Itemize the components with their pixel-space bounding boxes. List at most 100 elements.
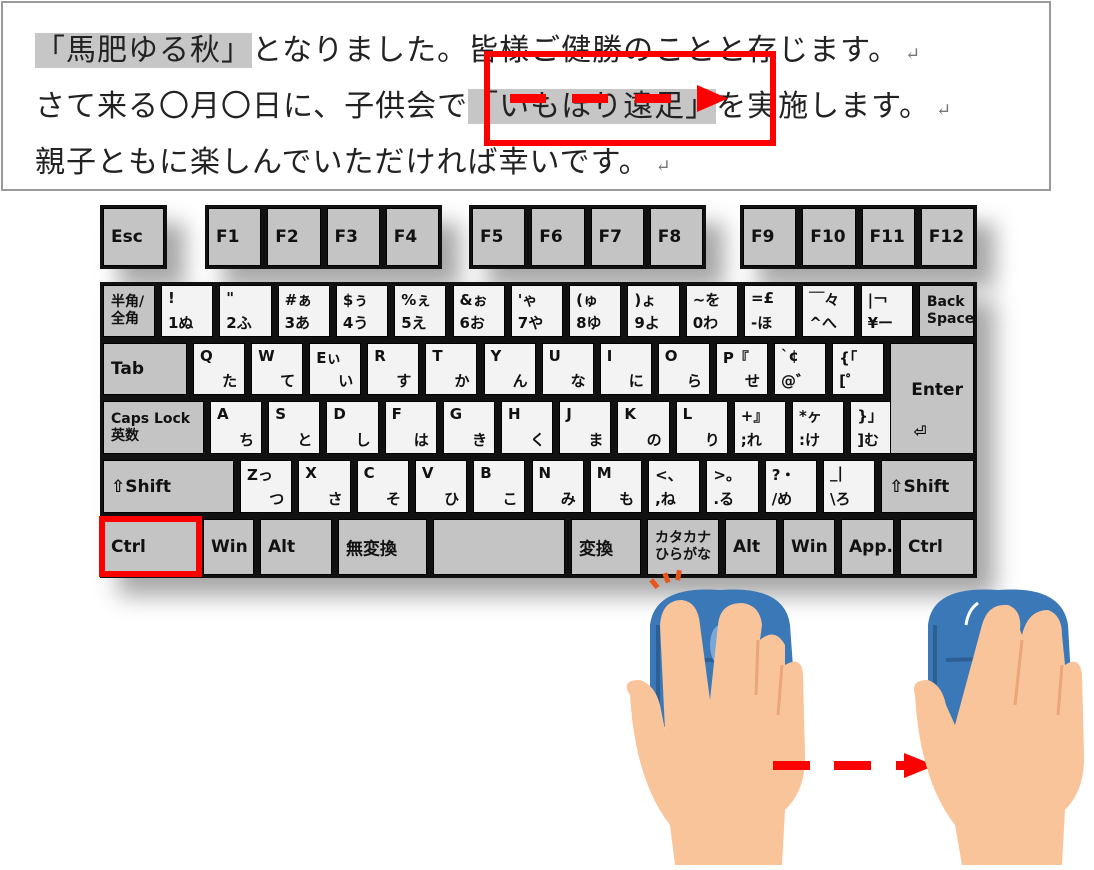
key-letter[interactable]: Gき [442,401,495,454]
mouse-hands-illustration [626,569,1085,865]
key-label-bottom: こ [502,490,518,508]
key-number-row[interactable]: )ょ 9よ [627,285,680,337]
key-hankaku-zenkaku[interactable]: 半角/ 全角 [103,285,155,337]
key-label-bottom: ま [588,431,604,449]
key-f7[interactable]: F7 [590,208,644,266]
key-label-top: $ぅ [342,291,369,309]
key-number-row[interactable]: " 2ふ [219,285,272,337]
key-f6[interactable]: F6 [531,208,585,266]
key-f12[interactable]: F12 [920,208,974,266]
key-label: F9 [751,227,775,247]
key-f5[interactable]: F5 [472,208,526,266]
key-shift-right[interactable]: ⇧Shift [881,460,974,513]
key-number-row[interactable]: ~を 0わ [685,285,738,337]
key-f4[interactable]: F4 [385,208,439,266]
key-number-row[interactable]: $ぅ 4う [335,285,389,337]
key-label-top: B [480,464,492,482]
key-letter[interactable]: Wて [251,343,304,395]
key-number-row[interactable]: %ぇ 5え [394,285,447,337]
key-number-row[interactable]: ! 1ぬ [161,285,214,337]
key-f10[interactable]: F10 [802,208,856,266]
key-letter[interactable]: ?・ /め [764,460,817,513]
key-label-bottom: ]む [857,431,880,449]
selected-text-1[interactable]: 「馬肥ゆる秋」 [35,33,252,68]
key-f8[interactable]: F8 [649,208,703,266]
key-letter[interactable]: Eぃい [309,343,362,395]
key-letter[interactable]: Qた [193,343,246,395]
key-number-row[interactable]: 'ゃ 7や [510,285,564,337]
key-label-top: <、 [655,466,683,484]
key-letter[interactable]: Vひ [414,460,468,513]
key-letter[interactable]: {「 [゜ [832,343,885,395]
key-letter[interactable]: P『せ [715,343,768,395]
key-number-row[interactable]: #ぁ 3あ [277,285,330,337]
key-letter[interactable]: Bこ [473,460,526,513]
key-letter[interactable]: Nみ [531,460,584,513]
doc-text: 親子ともに楽しんでいただければ幸いです。 [35,145,650,180]
key-label-top: ￣々 [809,291,840,309]
key-label: Tab [111,359,145,379]
key-enter[interactable]: Enter ⏎ [890,343,974,454]
paragraph-mark: ↵ [655,156,672,177]
key-letter[interactable]: Dし [326,401,379,454]
key-f11[interactable]: F11 [861,208,915,266]
key-number-row[interactable]: &ぉ 6お [452,285,505,337]
key-tab[interactable]: Tab [103,343,187,395]
key-label-bottom: 8ゆ [576,314,602,332]
key-letter[interactable]: Hく [501,401,554,454]
key-label-top: L [682,405,693,423]
key-label-bottom: 5え [401,314,427,332]
key-letter[interactable]: Kの [617,401,670,454]
key-letter[interactable]: Lり [675,401,728,454]
key-caps-lock[interactable]: Caps Lock 英数 [103,401,204,454]
key-letter[interactable]: Mも [589,460,643,513]
key-label-bottom: は [413,431,429,449]
key-number-row[interactable]: |￢ ¥ー [860,285,913,337]
key-esc[interactable]: Esc [103,208,164,266]
key-letter[interactable]: +』 ;れ [733,401,786,454]
key-letter[interactable]: *ヶ:け [792,401,845,454]
key-f3[interactable]: F3 [326,208,380,266]
key-label-top: ~を [692,291,721,309]
key-letter[interactable]: Rす [367,343,420,395]
key-letter[interactable]: <、 ,ね [648,460,701,513]
key-f9[interactable]: F9 [743,208,797,266]
key-letter[interactable]: `¢ @゛ [774,343,827,395]
key-label: Ctrl [908,537,943,557]
key-backspace[interactable]: Back Space [918,285,975,337]
key-label-bottom: ん [512,372,528,390]
key-label-bottom: 7や [517,314,544,332]
key-letter[interactable]: Cそ [356,460,409,513]
key-letter[interactable]: Zっつ [240,460,293,513]
key-label-bottom: に [628,372,644,390]
key-shift-left[interactable]: ⇧Shift [103,460,234,513]
key-letter[interactable]: Fは [384,401,437,454]
key-letter[interactable]: Aち [210,401,263,454]
key-label: Win [211,537,248,557]
key-win-left[interactable]: Win [203,519,254,575]
key-letter[interactable]: Xさ [298,460,351,513]
key-f1[interactable]: F1 [208,208,262,266]
key-label: Back Space [926,294,975,327]
key-number-row[interactable]: (ゅ 8ゆ [569,285,622,337]
key-label: 半角/ 全角 [111,294,145,327]
key-letter[interactable]: Tか [425,343,478,395]
key-letter[interactable]: Uな [541,343,594,395]
arrow-head [697,85,728,112]
key-f2[interactable]: F2 [267,208,321,266]
key-muhenkan[interactable]: 無変換 [338,519,427,575]
key-label: F12 [928,227,965,247]
key-label-bottom: ;れ [740,431,762,449]
key-letter[interactable]: Yん [483,343,536,395]
key-letter[interactable]: Iに [599,343,652,395]
key-alt-left[interactable]: Alt [260,519,332,575]
key-letter[interactable]: >。 .る [706,460,759,513]
key-letter[interactable]: _| \ろ [823,460,876,513]
key-number-row[interactable]: ￣々 ^へ [802,285,855,337]
key-label-top: ! [168,289,175,307]
key-space[interactable] [433,519,565,575]
key-number-row[interactable]: =£ -ほ [744,285,797,337]
key-letter[interactable]: Sと [268,401,321,454]
key-letter[interactable]: Oら [657,343,710,395]
key-letter[interactable]: Jま [559,401,612,454]
